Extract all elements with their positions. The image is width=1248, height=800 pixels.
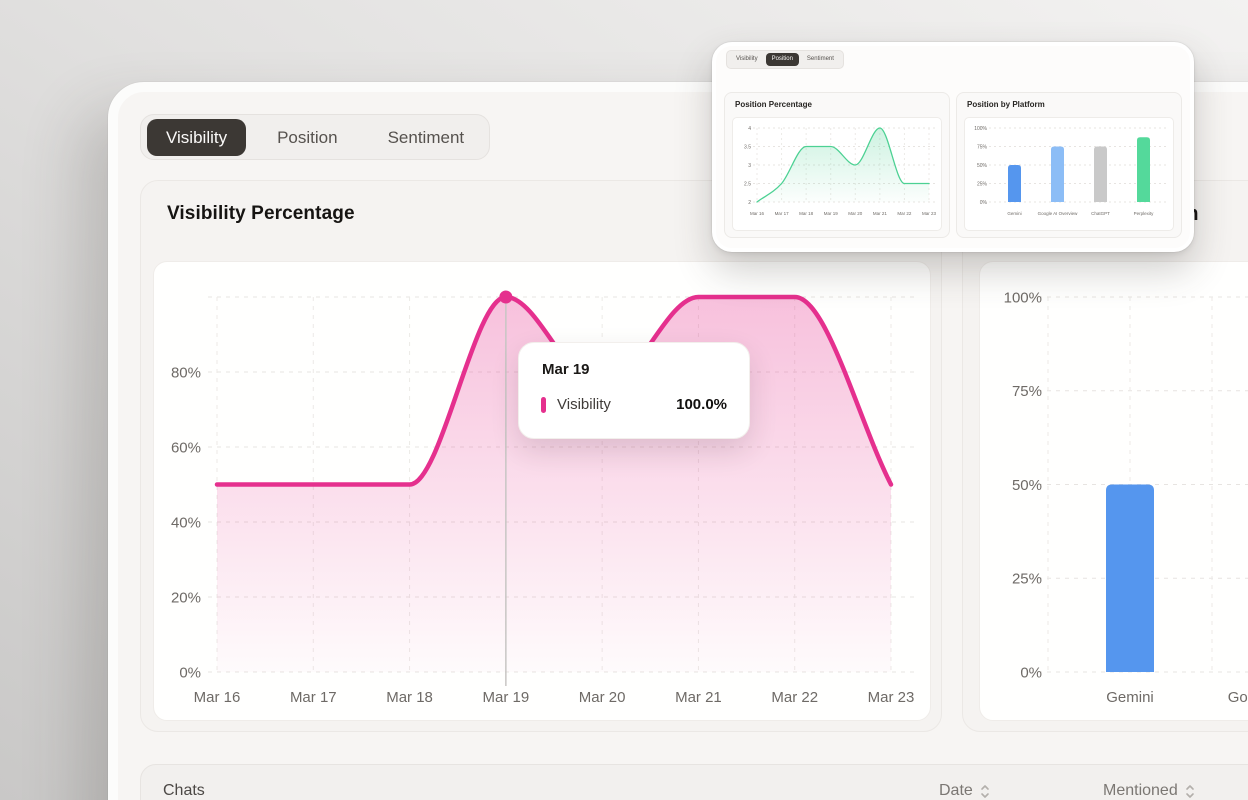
y-tick-label: 60%: [171, 439, 201, 456]
active-point-dot: [499, 291, 512, 304]
y-tick-label: 2.5: [744, 181, 751, 187]
bar-chatgpt[interactable]: [1094, 147, 1107, 203]
position-bar-chart-panel: 0% 25% 50% 75% 100% Gemini Google AI Overview C…: [964, 117, 1174, 231]
bar-google-ai-overview[interactable]: [1051, 147, 1064, 203]
x-tick-label: Mar 22: [771, 689, 818, 706]
tooltip-date: Mar 19: [542, 361, 590, 378]
mini-tab-sentiment[interactable]: Sentiment: [801, 53, 840, 66]
tooltip-value: 100.0%: [676, 396, 727, 413]
y-tick-label: 100%: [1004, 289, 1042, 306]
y-tick-label: 50%: [1012, 477, 1042, 494]
sort-icon[interactable]: [980, 783, 990, 800]
chats-table-card: Chats Date Mentioned: [140, 764, 1248, 800]
x-tick-label: Mar 23: [868, 689, 915, 706]
position-line-chart-panel: 2 2.5 3 3.5 4 Mar 16 Mar 17 Mar 18 Mar 19 Mar 20 M…: [732, 117, 942, 231]
y-tick-label: 80%: [171, 364, 201, 381]
x-tick-label: Gemini: [1106, 689, 1154, 706]
series-swatch-icon: [541, 397, 546, 413]
y-tick-label: 0%: [179, 664, 201, 681]
bar-gemini[interactable]: [1106, 485, 1154, 673]
visibility-platform-bar-chart[interactable]: 0% 25% 50% 75% 100% Gemini Google AI Overview: [980, 262, 1248, 722]
visibility-by-platform-card: Visibility by Platform 0%25%50%75%100%Ge…: [962, 180, 1248, 732]
x-tick-label: Mar 18: [386, 689, 433, 706]
y-tick-label: 75%: [1012, 383, 1042, 400]
sort-icon[interactable]: [1185, 783, 1195, 800]
y-tick-label: 25%: [977, 181, 988, 187]
x-tick-label: ChatGPT: [1091, 211, 1110, 216]
column-header-mentioned[interactable]: Mentioned: [1103, 782, 1195, 800]
tooltip-series-label: Visibility: [557, 396, 611, 413]
mini-tabbar: VisibilityPositionSentiment: [726, 50, 844, 69]
x-tick-label: Gemini: [1007, 211, 1021, 216]
y-tick-label: 50%: [977, 163, 988, 169]
tooltip-row: Visibility 100.0%: [519, 396, 749, 413]
y-tick-label: 20%: [171, 589, 201, 606]
y-tick-label: 25%: [1012, 571, 1042, 588]
y-tick-label: 0%: [980, 200, 988, 206]
y-tick-label: 0%: [1020, 664, 1042, 681]
position-percentage-title: Position Percentage: [735, 100, 812, 109]
visibility-percentage-card: Visibility Percentage 0% 20% 40% 60% 80% Mar …: [140, 180, 942, 732]
main-tabbar: Visibility Position Sentiment: [140, 114, 490, 160]
position-percentage-card: Position Percentage 2 2.5 3 3.5 4 Mar 16 Mar 1…: [724, 92, 950, 238]
x-tick-label: Mar 20: [579, 689, 626, 706]
x-tick-label: Mar 21: [675, 689, 722, 706]
platform-bar-chart-panel: 0% 25% 50% 75% 100% Gemini Google AI Overview: [979, 261, 1248, 721]
mini-dashboard-card: VisibilityPositionSentiment Position Per…: [712, 42, 1194, 252]
y-tick-label: 3.5: [744, 144, 751, 150]
x-tick-label: Mar 19: [483, 689, 530, 706]
position-by-platform-card: Position by Platform 0% 25% 50% 75% 100% Gemi…: [956, 92, 1182, 238]
x-tick-label: Mar 22: [897, 211, 912, 216]
x-tick-label: Mar 17: [290, 689, 337, 706]
mini-tab-visibility[interactable]: Visibility: [730, 53, 764, 66]
y-tick-label: 100%: [974, 126, 987, 132]
x-tick-label: Google AI Overview: [1038, 211, 1079, 216]
x-tick-label: Mar 16: [750, 211, 765, 216]
bar-gemini[interactable]: [1008, 165, 1021, 202]
x-tick-label: Mar 19: [824, 211, 839, 216]
position-line-chart[interactable]: 2 2.5 3 3.5 4 Mar 16 Mar 17 Mar 18 Mar 19 Mar 20 M…: [733, 118, 941, 230]
visibility-line-chart-panel: 0%20%40%60%80%Mar 16Mar 17Mar 18Mar 19Ma…: [153, 261, 931, 721]
chart-tooltip: Mar 19 Visibility 100.0%: [518, 342, 750, 439]
y-tick-label: 3: [748, 163, 751, 169]
x-tick-label: Mar 16: [194, 689, 241, 706]
mentioned-column-label: Mentioned: [1103, 782, 1178, 800]
main-tab-sentiment[interactable]: Sentiment: [369, 119, 484, 156]
x-tick-label: Mar 21: [873, 211, 888, 216]
x-tick-label: Perplexity: [1134, 211, 1155, 216]
x-tick-label: Mar 20: [848, 211, 863, 216]
visibility-line-chart[interactable]: 0%20%40%60%80%Mar 16Mar 17Mar 18Mar 19Ma…: [154, 262, 932, 722]
x-tick-label: Mar 23: [922, 211, 937, 216]
y-tick-label: 40%: [171, 514, 201, 531]
x-tick-label: Google AI Overview: [1228, 689, 1248, 706]
mini-tab-position[interactable]: Position: [766, 53, 799, 66]
position-platform-bar-chart[interactable]: 0% 25% 50% 75% 100% Gemini Google AI Overview C…: [965, 118, 1173, 230]
position-by-platform-title: Position by Platform: [967, 100, 1045, 109]
page-background: VisibilityPositionSentiment Visibility P…: [0, 0, 1248, 800]
column-header-date[interactable]: Date: [939, 782, 990, 800]
x-tick-label: Mar 18: [799, 211, 814, 216]
main-tab-position[interactable]: Position: [258, 119, 356, 156]
y-tick-label: 4: [748, 126, 751, 132]
visibility-percentage-title: Visibility Percentage: [167, 203, 355, 225]
date-column-label: Date: [939, 782, 973, 800]
y-tick-label: 2: [748, 200, 751, 206]
main-tab-visibility[interactable]: Visibility: [147, 119, 246, 156]
y-tick-label: 75%: [977, 144, 988, 150]
bar-perplexity[interactable]: [1137, 137, 1150, 202]
x-tick-label: Mar 17: [775, 211, 790, 216]
chats-table-title: Chats: [163, 782, 205, 800]
